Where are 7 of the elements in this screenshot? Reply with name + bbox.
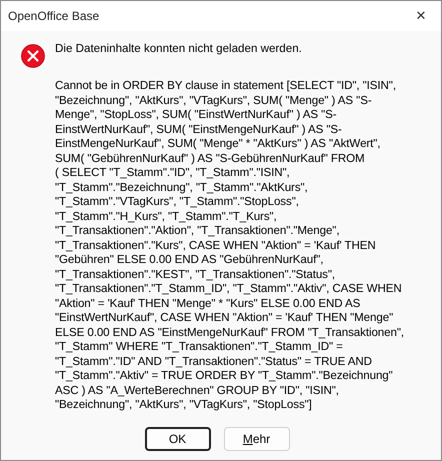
- close-button[interactable]: ✕: [401, 2, 441, 30]
- error-icon: [21, 44, 45, 68]
- window-title: OpenOffice Base: [7, 9, 100, 23]
- more-button[interactable]: Mehr: [224, 427, 290, 451]
- error-details: Cannot be in ORDER BY clause in statement [SELECT "ID", "ISIN", "Bezeichnung", "AktKurs", "VTagKurs", SUM( "Menge" ) AS "S- Menge", "StopLoss", SUM( "EinstWertNurKauf" ) AS "S- EinstWertNurKauf", SUM( "EinstMengeNurKauf" ) AS "S- EinstMengeNurKauf", SUM( "Menge" * "AktKurs" ) AS "AktWert", SUM( "GebührenNurKauf" ) AS "S-GebührenNurKauf" FROM ( SELECT "T_Stamm"."ID", "T_Stamm"."ISIN", "T_Stamm"."Bezeichnung", "T_Stamm"."AktKurs", "T_Stamm"."VTagKurs", "T_Stamm"."StopLoss", "T_Stamm"."H_Kurs", "T_Stamm"."T_Kurs", "T_Transaktionen"."Aktion", "T_Transaktionen"."Menge", "T_Transaktionen"."Kurs", CASE WHEN "Aktion" = 'Kauf' THEN "Gebühren" ELSE 0.00 END AS "GebührenNurKauf", "T_Transaktionen"."KEST", "T_Transaktionen"."Status", "T_Transaktionen"."T_Stamm_ID", "T_Stamm"."Aktiv", CASE WHEN "Aktion" = 'Kauf' THEN "Menge" * "Kurs" ELSE 0.00 END AS "EinstWertNurKauf", CASE WHEN "Aktion" = 'Kauf' THEN "Menge" ELSE 0.00 END AS "EinstMengeNurKauf" FROM "T_Transaktionen", "T_Stamm" WHERE "T_Transaktionen"."T_Stamm_ID" = "T_Stamm"."ID" AND "T_Transaktionen"."Status" = TRUE AND "T_Stamm"."Aktiv" = TRUE ORDER BY "T_Stamm"."Bezeichnung" ASC ) AS "A_WerteBerechnen" GROUP BY "ID", "ISIN", "Bezeichnung", "AktKurs", "VTagKurs", "StopLoss"]: [55, 79, 405, 412]
- error-heading: Die Dateninhalte konnten nicht geladen werden.: [55, 42, 303, 55]
- ok-button[interactable]: OK: [144, 427, 210, 451]
